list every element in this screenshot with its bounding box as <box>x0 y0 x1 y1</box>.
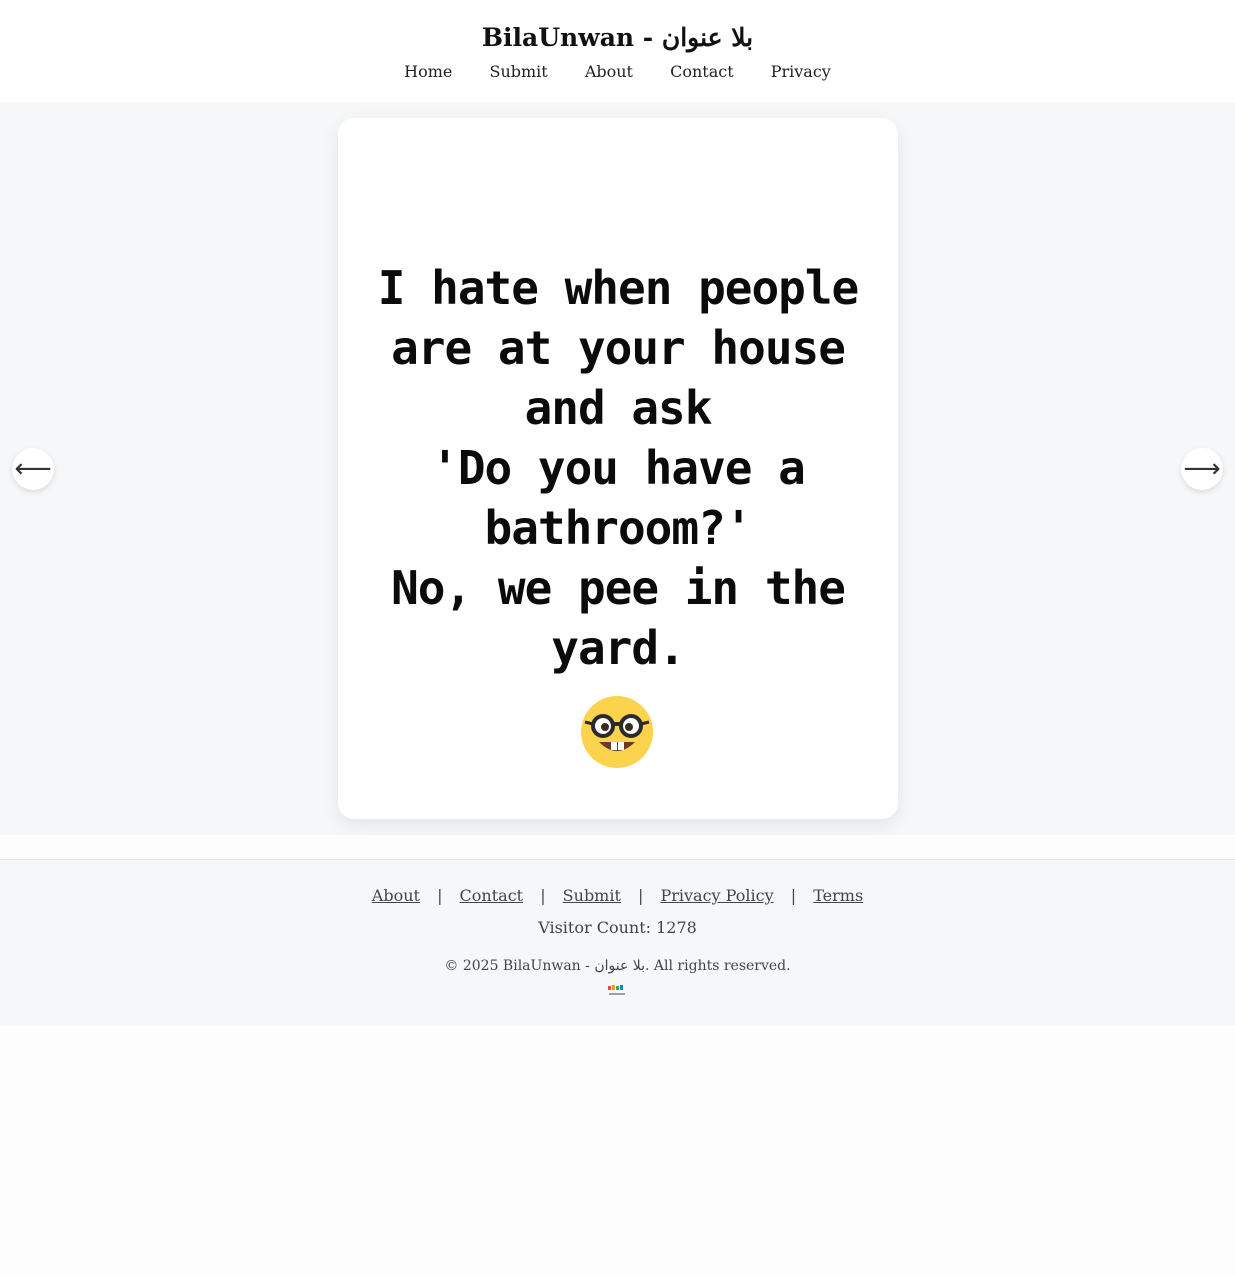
previous-arrow-button[interactable]: ⟵ <box>12 448 54 490</box>
visitor-count: Visitor Count: 1278 <box>538 918 697 937</box>
footer-links: About | Contact | Submit | Privacy Polic… <box>0 886 1235 905</box>
quote-card: I hate when people are at your house and… <box>338 118 898 819</box>
nav-contact[interactable]: Contact <box>670 62 734 81</box>
footer-separator: | <box>540 886 546 905</box>
content-area: ⟵ I hate when people are at your house a… <box>0 102 1235 835</box>
nav-about[interactable]: About <box>585 62 633 81</box>
footer-link-about[interactable]: About <box>372 886 420 905</box>
footer-separator: | <box>437 886 443 905</box>
nerd-face-emoji-icon <box>581 696 653 768</box>
site-title[interactable]: BilaUnwan - بلا عنوان <box>0 22 1235 54</box>
footer-link-terms[interactable]: Terms <box>813 886 863 905</box>
next-arrow-button[interactable]: ⟶ <box>1181 448 1223 490</box>
arrow-left-icon: ⟵ <box>14 454 52 484</box>
footer-link-submit[interactable]: Submit <box>563 886 621 905</box>
site-logo-icon <box>608 985 625 995</box>
site-footer: About | Contact | Submit | Privacy Polic… <box>0 859 1235 1026</box>
footer-separator: | <box>790 886 797 905</box>
footer-link-contact[interactable]: Contact <box>460 886 524 905</box>
nav-privacy[interactable]: Privacy <box>771 62 831 81</box>
copyright-text: © 2025 BilaUnwan - بلا عنوان. All rights… <box>444 958 791 974</box>
quote-text: I hate when people are at your house and… <box>377 261 860 675</box>
footer-link-privacy-policy[interactable]: Privacy Policy <box>660 886 773 905</box>
arrow-right-icon: ⟶ <box>1183 454 1221 484</box>
site-header: BilaUnwan - بلا عنوان Home Submit About … <box>0 0 1235 102</box>
main-nav: Home Submit About Contact Privacy <box>0 62 1235 81</box>
footer-separator: | <box>638 886 644 905</box>
nav-home[interactable]: Home <box>404 62 452 81</box>
nav-submit[interactable]: Submit <box>489 62 547 81</box>
